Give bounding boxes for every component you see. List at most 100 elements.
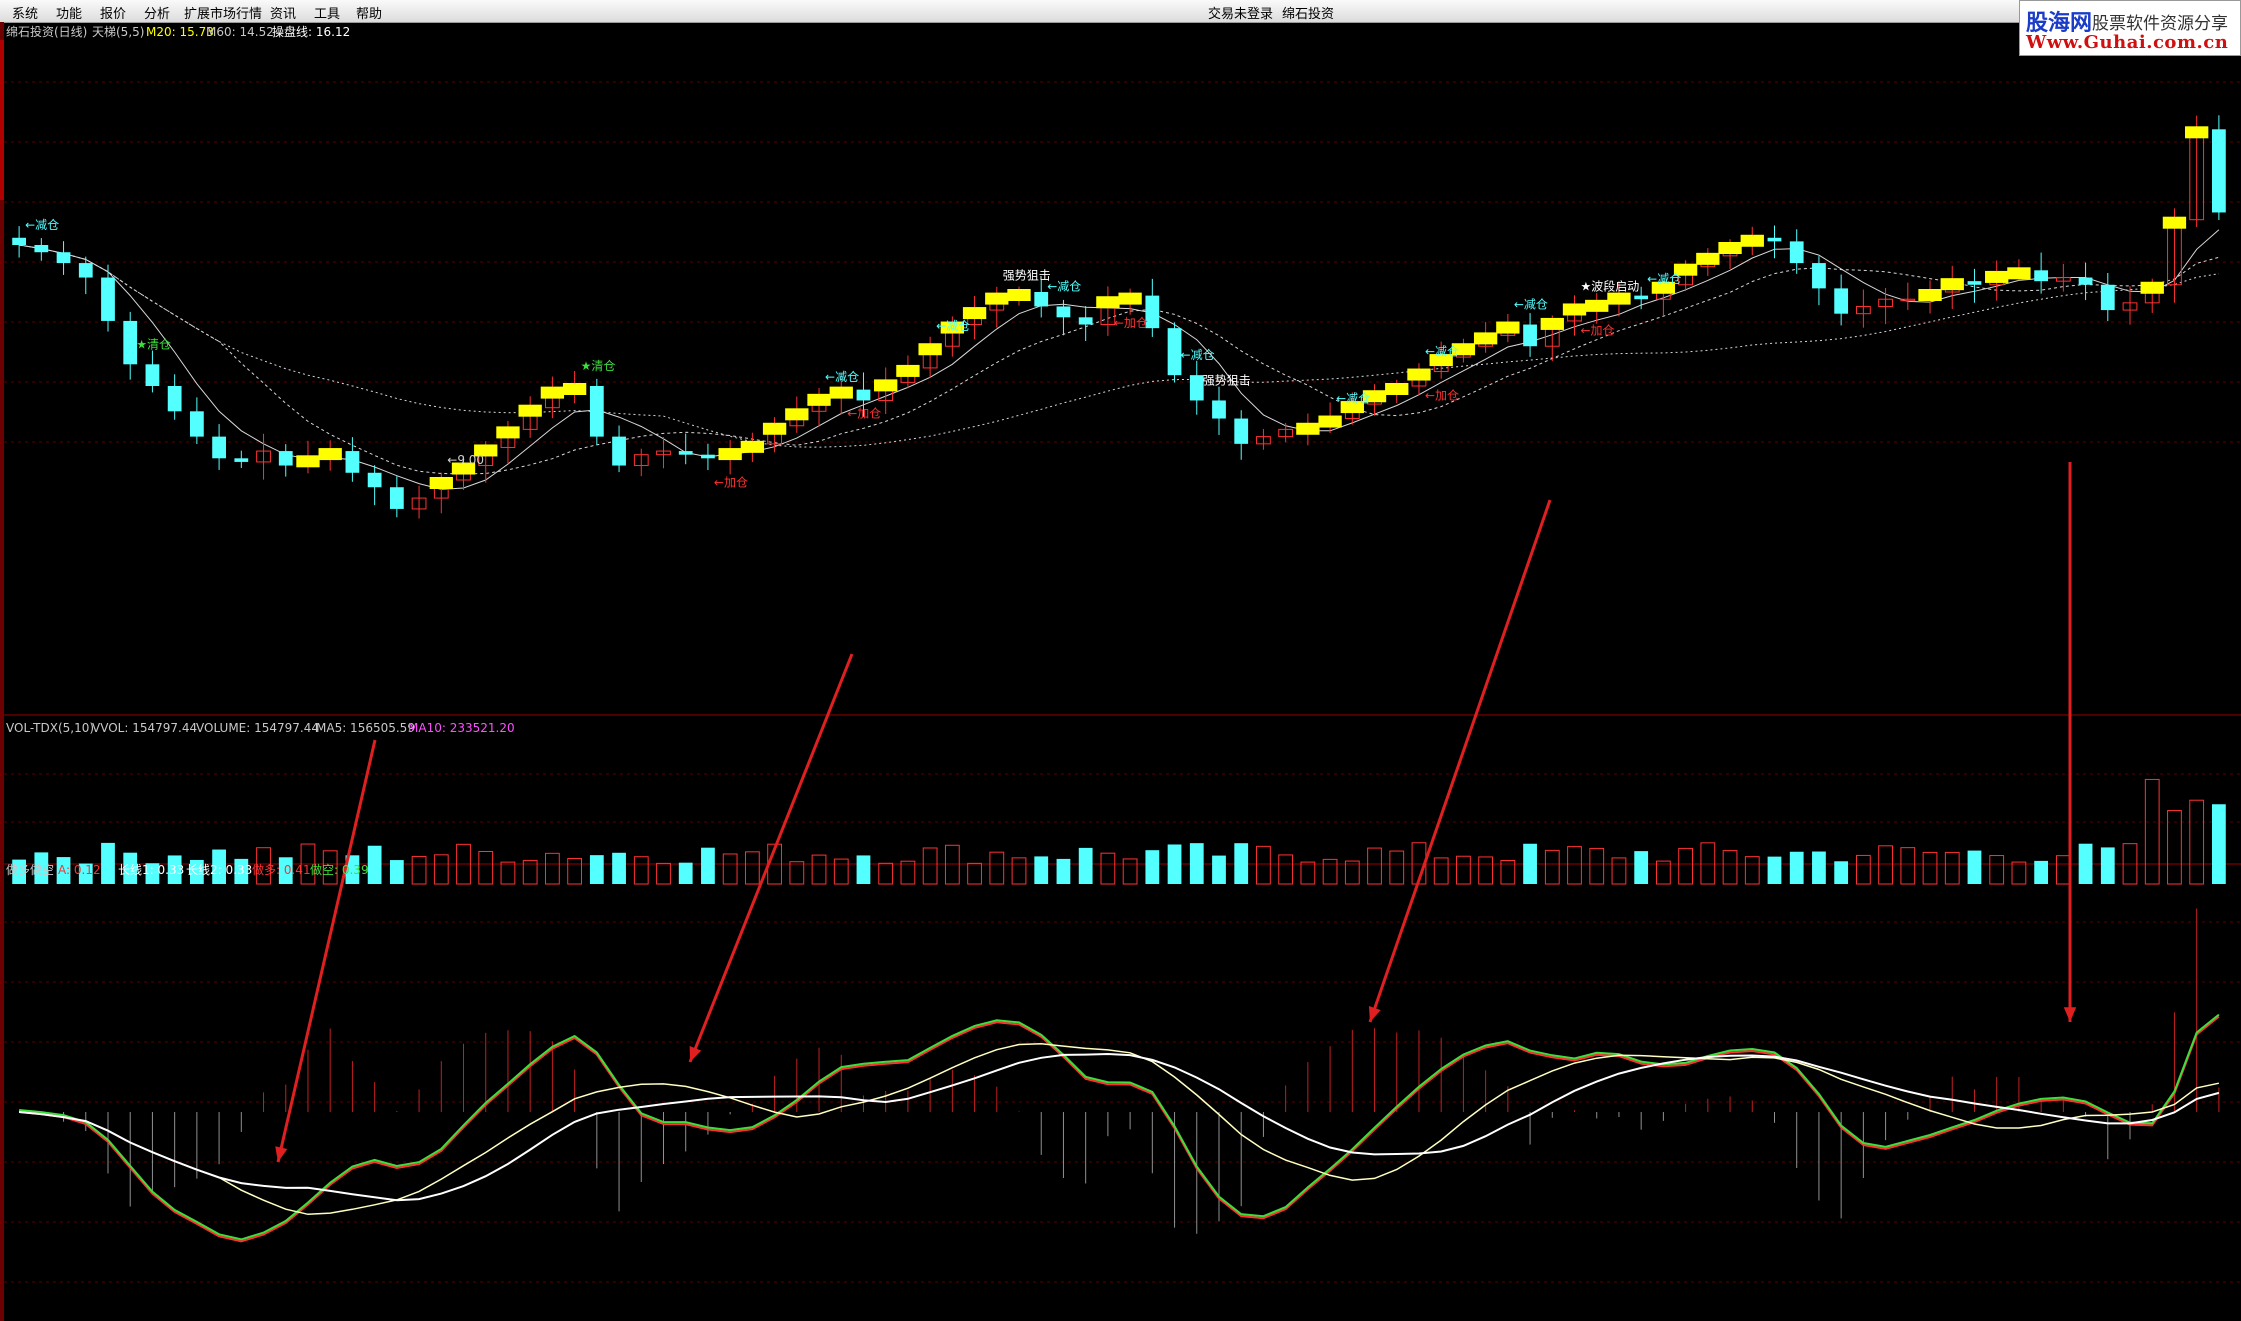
pan-line-value: 操盘线: 16.12 [272, 24, 350, 39]
ladder-block [1585, 299, 1609, 312]
ladder-block [562, 383, 587, 395]
ladder-block [1007, 289, 1031, 301]
volume-bar-up [2189, 799, 2205, 885]
volume-bar-up [1678, 847, 1693, 885]
volume-bar-up [922, 847, 938, 885]
menu-item-analysis[interactable]: 分析 [144, 3, 170, 22]
osc-long1-value: 长线1: 0.33 [118, 863, 184, 877]
volume-bar-down [1212, 855, 1226, 884]
ladder-block [785, 408, 809, 421]
volume-bar-down [1167, 844, 1182, 884]
volume-bar-up [1300, 861, 1316, 885]
ladder-block [829, 386, 853, 399]
volume-bar-up [1878, 845, 1893, 885]
volume-bar-down [101, 842, 115, 884]
volume-bar-up [1433, 857, 1449, 885]
osc-long2-value: 长线2: 0.33 [186, 863, 252, 877]
candle-body-down [167, 386, 182, 412]
volume-bar-down [589, 855, 604, 884]
volume-bar-up [1611, 857, 1627, 885]
ladder-block [1385, 383, 1409, 395]
volume-bar-up [1367, 847, 1382, 885]
ladder-block [2140, 281, 2164, 294]
ladder-block [962, 307, 987, 320]
menu-item-help[interactable]: 帮助 [356, 3, 382, 22]
candle-body-down [234, 458, 249, 462]
red-arrow-head [2063, 1007, 2077, 1022]
volume-bar-up [1456, 855, 1471, 885]
candle-body-down [589, 386, 604, 437]
bear-line [19, 1013, 2220, 1241]
volume-value: VOLUME: 154797.44 [196, 721, 319, 735]
login-status[interactable]: 交易未登录 [1208, 3, 1273, 22]
candle-body-down [856, 389, 871, 401]
candle-body-down [12, 237, 26, 245]
ladder-block [540, 386, 565, 399]
ladder-block [1985, 270, 2009, 283]
volume-bar-up [1478, 856, 1494, 885]
volume-bar-up [833, 858, 849, 885]
candle-body-down [78, 263, 93, 278]
long-line-2 [19, 1052, 2220, 1202]
volume-bar-down [1234, 843, 1249, 884]
red-arrow-head [1368, 1006, 1381, 1022]
signal-label: ★波段启动 [1581, 278, 1640, 293]
moving-average-lines [19, 229, 2220, 490]
candle-body-down [1523, 324, 1537, 347]
candle-body-down [101, 277, 115, 321]
stock-chart[interactable]: ←减仓★清仓←9.00★清仓←加仓←减仓←加仓←减仓强势狙击←减仓←加仓←减仓强… [0, 22, 2241, 1321]
volume-bar-up [744, 851, 760, 885]
menu-item-quote[interactable]: 报价 [100, 3, 126, 22]
ladder-block [1540, 317, 1564, 330]
signal-label: ←减仓 [1514, 298, 1548, 312]
menu-item-ext-market[interactable]: 扩展市场行情 [184, 3, 262, 22]
volume-bar-down [1767, 856, 1782, 884]
ladder-block [1918, 289, 1942, 301]
ladder-block [1296, 422, 1320, 435]
volume-bar-down [701, 847, 715, 884]
volume-bar-up [1011, 857, 1027, 885]
volume-bar-down [1523, 843, 1537, 884]
candle-body-down [1634, 295, 1649, 300]
volume-bar-down [1034, 856, 1049, 884]
candle-body-down [2034, 270, 2049, 282]
ma10-value: MA10: 233521.20 [408, 721, 515, 735]
candle-body-down [367, 472, 382, 488]
candle-body-down [1034, 292, 1049, 307]
red-arrow-shaft [1368, 499, 1552, 1023]
menu-item-news[interactable]: 资讯 [270, 3, 296, 22]
ma5-value: MA5: 156505.59 [316, 721, 415, 735]
volume-bar-up [1700, 842, 1716, 885]
signal-label: 强势狙击 [1003, 269, 1051, 283]
m60-value: M60: 14.52 [206, 25, 274, 39]
ladder-block [807, 393, 831, 406]
volume-bar-up [411, 855, 427, 885]
menu-item-function[interactable]: 功能 [56, 3, 82, 22]
menu-item-system[interactable]: 系统 [12, 3, 38, 22]
candle-body-down [1834, 288, 1849, 314]
stock-name-title: 绵石投资 [1282, 7, 1335, 22]
ladder-signal-blocks [296, 126, 2209, 489]
volume-bar-down [389, 860, 404, 884]
ladder-block [1740, 234, 1764, 247]
signal-label: ←加仓 [1114, 316, 1148, 330]
menu-item-tools[interactable]: 工具 [314, 3, 340, 22]
volume-bar-up [478, 850, 494, 885]
red-arrow-shaft [276, 739, 377, 1163]
signal-label: ←减仓 [825, 370, 859, 384]
ladder-block [296, 455, 320, 468]
candle-body-down [701, 454, 715, 459]
ladder-block [1096, 296, 1120, 309]
volume-bar-up [1656, 860, 1671, 885]
volume-bar-up [1944, 851, 1960, 885]
ladder-block [518, 404, 542, 417]
vvol-value: VVOL: 154797.44 [92, 721, 197, 735]
signal-label: ←加仓 [847, 407, 881, 421]
candle-body-down [678, 451, 693, 455]
ladder-block [1407, 368, 1431, 381]
ladder-block [740, 440, 765, 453]
candle-body-down [212, 436, 226, 459]
candle-body-down [189, 411, 204, 437]
volume-bar-up [633, 856, 649, 885]
volume-bar-up [545, 852, 560, 885]
